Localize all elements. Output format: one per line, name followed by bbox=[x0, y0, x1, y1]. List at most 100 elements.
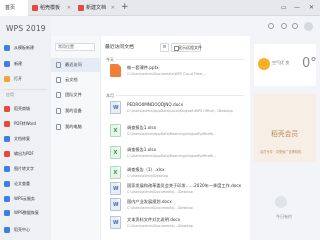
minimize-button[interactable]: — bbox=[294, 0, 300, 16]
file-path: C:\Users\admin\Documents\...\Desktop bbox=[127, 190, 193, 194]
file-row[interactable]: 做一套课件.pptx C:\Users\admin\Documents\WPS … bbox=[110, 64, 245, 86]
promo-subtitle: 会员专享 · 享受免广告等特权 bbox=[260, 150, 302, 154]
new-icon bbox=[4, 61, 10, 67]
message-icon[interactable] bbox=[292, 23, 298, 29]
team-icon bbox=[56, 92, 61, 98]
sidebar-item-label: PDF转Word bbox=[14, 121, 37, 126]
sidebar-item-export-pdf[interactable]: 输出为PDF bbox=[0, 148, 51, 160]
file-path: C:\Users\admin\Documents\...\Desktop bbox=[127, 224, 193, 228]
file-name: 国家发展和改革委员会关于印发……2020年一季度工作.docx bbox=[127, 183, 242, 188]
sidebar-item-label: 从模板新建 bbox=[14, 45, 34, 50]
sidebar-item-label: 新建 bbox=[14, 61, 22, 66]
file-name: 调查报告1.xlsx bbox=[127, 125, 157, 130]
device-icon bbox=[56, 108, 61, 114]
file-path: C:\Users\admin\AppData\Roaming\kingsoft\… bbox=[127, 154, 217, 158]
show-remote-files-toggle[interactable]: 显示远程文件 bbox=[171, 43, 202, 52]
sidebar-item-label: 图片转文字 bbox=[14, 166, 34, 171]
doc-file-icon bbox=[110, 216, 121, 229]
air-quality: 空气优 良 bbox=[272, 60, 290, 65]
sidebar-item-pdf-to-word[interactable]: PDF转Word bbox=[0, 118, 51, 130]
tab-daoke-templates[interactable]: 稻壳模板 ✕ bbox=[28, 0, 74, 16]
nav-label: 我的设备 bbox=[65, 108, 82, 113]
new-doc-icon bbox=[78, 5, 84, 11]
new-tab-button[interactable]: + bbox=[121, 0, 129, 15]
new-from-template-icon bbox=[4, 45, 10, 51]
file-path: C:\Users\admin\AppData\Roaming\kingsoft\… bbox=[127, 132, 217, 136]
app-title: WPS 2019 bbox=[6, 24, 46, 33]
temperature: 0° bbox=[302, 56, 317, 71]
tab-close-icon[interactable]: ✕ bbox=[67, 0, 71, 16]
nav-label: 团队文件 bbox=[65, 92, 82, 97]
nav-my-devices[interactable]: 我的设备 bbox=[51, 104, 101, 118]
group-label-this-month: 本月 bbox=[106, 93, 114, 98]
nav-recent[interactable]: 最近访问 bbox=[51, 58, 101, 72]
file-name: 文本资料文件对比说明.docx bbox=[127, 217, 181, 222]
pdf-icon bbox=[4, 121, 10, 127]
tab-label: 首页 bbox=[5, 5, 16, 11]
file-row[interactable]: 文本资料文件对比说明.docx C:\Users\admin\Documents… bbox=[110, 216, 245, 238]
list-menu-button[interactable]: ≡ bbox=[160, 43, 169, 52]
nav-label: 云文档 bbox=[65, 77, 78, 82]
open-icon bbox=[4, 76, 10, 82]
tab-close-icon[interactable]: ✕ bbox=[111, 0, 115, 16]
nav-cloud-docs[interactable]: 云文档 bbox=[51, 73, 101, 87]
mascot-label: 今日有约 bbox=[276, 214, 292, 219]
tab-label: 新建文档 bbox=[86, 5, 107, 11]
tab-label: 稻壳模板 bbox=[40, 5, 61, 11]
sidebar-item-cloud[interactable]: WPS云服务 bbox=[0, 193, 51, 205]
location-search-input[interactable]: 常用位置 bbox=[55, 43, 95, 51]
group-divider bbox=[116, 95, 244, 96]
group-label-today: 今天 bbox=[106, 57, 114, 62]
cloud-doc-icon bbox=[56, 77, 61, 83]
sidebar-item-store[interactable]: 稻壳商城 bbox=[0, 103, 51, 115]
file-name: 调查报告1.xlsx bbox=[127, 147, 157, 152]
computer-icon bbox=[56, 124, 61, 130]
restore-button[interactable]: ▭ bbox=[281, 0, 287, 16]
sidebar-item-ocr[interactable]: 图片转文字 bbox=[0, 163, 51, 175]
file-path: C:\Users\admin\Documents\...\Desktop bbox=[127, 206, 193, 210]
cloud-icon bbox=[4, 196, 10, 202]
tab-home[interactable]: 首页 bbox=[0, 0, 28, 16]
mascot-icon[interactable] bbox=[275, 196, 287, 208]
tab-new-document[interactable]: 新建文档 ✕ bbox=[74, 0, 118, 16]
xls-file-icon bbox=[110, 146, 121, 159]
center-icon bbox=[4, 227, 10, 233]
sidebar-divider bbox=[4, 89, 47, 90]
file-path: C:\Users\admin\Documents\WPS Cloud Files… bbox=[127, 72, 206, 76]
nav-label: 最近访问 bbox=[65, 62, 82, 67]
sidebar-item-new[interactable]: 新建 bbox=[0, 58, 51, 70]
sidebar-item-new-from-template[interactable]: 从模板新建 bbox=[0, 42, 51, 54]
avatar[interactable] bbox=[304, 22, 313, 31]
file-row[interactable]: PEDRO0MNDOQDJNQ.docx C:\Users\admin\AppD… bbox=[110, 101, 245, 123]
sidebar-item-label: 稻壳商城 bbox=[14, 106, 30, 111]
skin-icon[interactable] bbox=[281, 23, 287, 29]
close-button[interactable]: ✕ bbox=[309, 0, 314, 16]
file-row[interactable]: 调查报告1.xlsx C:\Users\admin\AppData\Roamin… bbox=[110, 124, 245, 146]
nav-label: 我的电脑 bbox=[65, 124, 82, 129]
xls-file-icon bbox=[110, 166, 121, 179]
nav-team-files[interactable]: 团队文件 bbox=[51, 88, 101, 102]
file-name: 做一套课件.pptx bbox=[127, 65, 159, 70]
settings-icon[interactable] bbox=[268, 23, 274, 29]
sidebar-item-label: 打开 bbox=[14, 76, 22, 81]
doc-file-icon bbox=[110, 182, 121, 195]
sidebar-item-center[interactable]: 稻壳中心 bbox=[0, 224, 51, 236]
file-path: C:\Users\admin\AppData\Local\Kingsoft\WP… bbox=[127, 109, 233, 113]
sidebar-item-recovery[interactable]: WPS数据恢复 bbox=[0, 207, 51, 219]
top-header bbox=[51, 16, 320, 36]
sidebar-item-label: 文档修复 bbox=[14, 136, 30, 141]
clock-icon bbox=[56, 62, 61, 68]
sidebar-item-label: WPS云服务 bbox=[14, 196, 35, 201]
ocr-icon bbox=[4, 166, 10, 172]
sidebar-item-open[interactable]: 打开 bbox=[0, 73, 51, 85]
nav-my-computer[interactable]: 我的电脑 bbox=[51, 120, 101, 134]
sidebar-item-doc-repair[interactable]: 文档修复 bbox=[0, 133, 51, 145]
recovery-icon bbox=[4, 210, 10, 216]
sidebar-item-paper-check[interactable]: 论文查重 bbox=[0, 178, 51, 190]
file-name: PEDRO0MNDOQDJNQ.docx bbox=[127, 102, 184, 107]
doc-file-icon bbox=[110, 198, 121, 211]
file-row[interactable]: 调查报告1.xlsx C:\Users\admin\AppData\Roamin… bbox=[110, 146, 245, 168]
sidebar-item-label: WPS数据恢复 bbox=[14, 210, 39, 215]
group-divider bbox=[116, 59, 244, 60]
repair-icon bbox=[4, 136, 10, 142]
